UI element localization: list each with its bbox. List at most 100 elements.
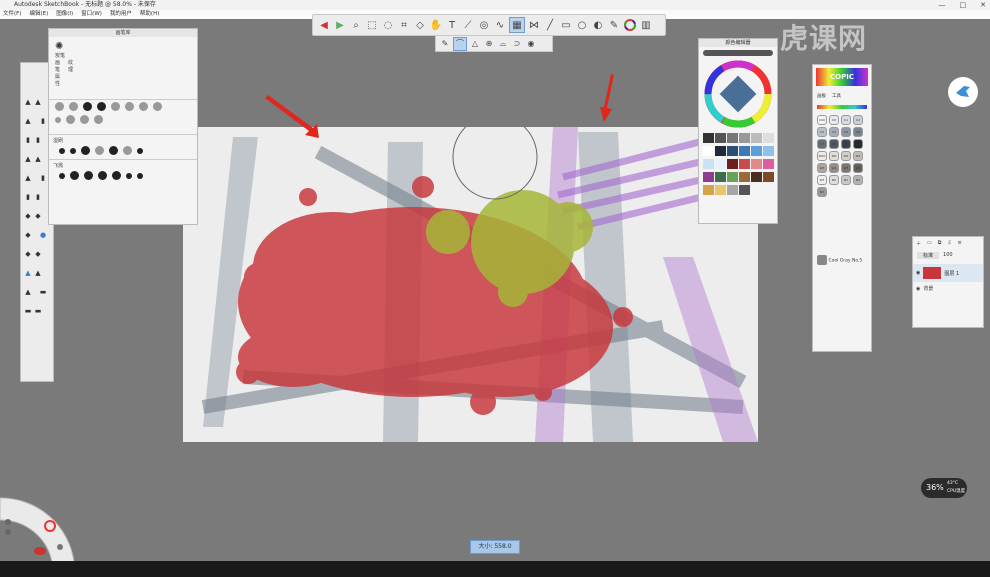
copic-swatch[interactable]: W6 [853, 163, 863, 173]
menu-icon[interactable]: ≡ [958, 240, 962, 247]
minimize-button[interactable]: — [939, 0, 946, 10]
maximize-button[interactable]: □ [960, 0, 967, 10]
copic-swatch[interactable]: W7 [817, 175, 827, 185]
brush-tool[interactable]: ▲ [34, 98, 42, 106]
crop-icon[interactable]: ⌗ [397, 18, 411, 32]
color-swatch[interactable] [738, 158, 750, 169]
sketchbook-bird-button[interactable] [948, 77, 978, 107]
copic-swatch[interactable]: C00 [817, 115, 827, 125]
visibility-eye-icon[interactable]: ◉ [916, 270, 920, 276]
add-layer-icon[interactable]: ＋ [916, 240, 921, 247]
copic-swatch[interactable]: C4 [829, 127, 839, 137]
copic-swatch[interactable]: W0 [829, 151, 839, 161]
copic-swatch[interactable]: W5 [841, 163, 851, 173]
rect-icon[interactable]: ▭ [559, 18, 573, 32]
redo-icon[interactable]: ▶ [333, 18, 347, 32]
color-swatch[interactable] [702, 145, 714, 156]
brush-item[interactable] [137, 173, 143, 179]
color-swatch[interactable] [762, 132, 774, 143]
circle-icon[interactable]: ○ [575, 18, 589, 32]
copic-tab-tools[interactable]: 工具 [832, 93, 841, 99]
menu-user[interactable]: 我的用户 [110, 10, 132, 19]
brush-tool[interactable]: ◆ [24, 250, 32, 258]
brush-item[interactable] [55, 102, 64, 111]
color-swatch[interactable] [738, 171, 750, 182]
grid-icon[interactable]: ▦ [509, 17, 525, 33]
brush-item[interactable] [95, 146, 104, 155]
arc-icon[interactable]: ⌓ [497, 38, 509, 50]
copic-swatch[interactable]: C8 [829, 139, 839, 149]
brush-item[interactable] [98, 171, 107, 180]
line-icon[interactable]: ╱ [543, 18, 557, 32]
copy-layer-icon[interactable]: ⧉ [938, 240, 942, 247]
brush-item[interactable] [83, 102, 92, 111]
copic-swatch[interactable]: C1 [841, 115, 851, 125]
tab-texture[interactable]: 纹理 [68, 59, 73, 87]
text-icon[interactable]: T [445, 18, 459, 32]
color-swatch[interactable] [762, 145, 774, 156]
copic-swatch[interactable]: N3 [817, 187, 827, 197]
drop-tool[interactable]: ● [39, 231, 47, 239]
brush-item[interactable] [70, 171, 79, 180]
brush-tool[interactable]: ▲ [24, 288, 32, 296]
brush-item[interactable] [69, 102, 78, 111]
copic-swatch[interactable]: W1 [841, 151, 851, 161]
curve-icon[interactable]: ∿ [493, 18, 507, 32]
copic-swatch[interactable]: C9 [841, 139, 851, 149]
color-swatch[interactable] [750, 132, 762, 143]
symmetry-icon[interactable]: ⋈ [527, 18, 541, 32]
color-swatch[interactable] [726, 145, 738, 156]
brush-item[interactable] [112, 171, 121, 180]
lock-icon[interactable]: ⊃ [511, 38, 523, 50]
color-swatch[interactable] [750, 171, 762, 182]
color-swatch[interactable] [726, 132, 738, 143]
folder-icon[interactable]: ▭ [927, 240, 932, 247]
brush-item[interactable] [55, 117, 61, 123]
copic-hue-strip[interactable] [817, 105, 867, 109]
color-swatch[interactable] [726, 158, 738, 169]
copic-swatch[interactable]: C6 [853, 127, 863, 137]
copic-swatch[interactable]: C2 [853, 115, 863, 125]
copic-swatch[interactable]: C7 [817, 139, 827, 149]
brush-item[interactable] [125, 102, 134, 111]
menu-window[interactable]: 窗口(W) [81, 10, 102, 19]
line-stroke-icon[interactable]: ⌒ [453, 36, 467, 51]
copic-swatch[interactable]: C5 [841, 127, 851, 137]
color-swatch[interactable] [714, 184, 726, 195]
menu-file[interactable]: 文件(F) [3, 10, 21, 19]
brush-item[interactable] [139, 102, 148, 111]
brush-tool[interactable]: ▮ [24, 193, 32, 201]
color-swatch[interactable] [714, 158, 726, 169]
copic-swatch[interactable]: W4 [829, 163, 839, 173]
brush-tool[interactable]: ▬ [39, 288, 47, 296]
color-swatch[interactable] [750, 158, 762, 169]
copic-swatch[interactable]: C0 [829, 115, 839, 125]
copic-swatch[interactable]: W3 [817, 163, 827, 173]
color-swatch[interactable] [738, 184, 750, 195]
menu-help[interactable]: 帮助(H) [140, 10, 159, 19]
brush-tool[interactable]: ▲ [24, 117, 32, 125]
perspective-icon[interactable]: △ [469, 38, 481, 50]
brush-tool[interactable]: ▮ [34, 136, 42, 144]
brush-item[interactable] [97, 102, 106, 111]
brush-tool[interactable]: ▲ [24, 98, 32, 106]
menu-edit[interactable]: 编辑(E) [29, 10, 48, 19]
close-button[interactable]: ✕ [980, 0, 986, 10]
fill-icon[interactable]: ◐ [591, 18, 605, 32]
select-icon[interactable]: ⬚ [365, 18, 379, 32]
brush-tool[interactable]: ◆ [24, 231, 32, 239]
layer-row[interactable]: ◉ 图层 1 [913, 264, 983, 282]
brush-tool[interactable]: ▮ [24, 136, 32, 144]
brush-item[interactable] [126, 173, 132, 179]
lagoon-radial-menu[interactable] [0, 490, 82, 563]
brush-item[interactable] [70, 148, 76, 154]
brush-item[interactable] [137, 148, 143, 154]
color-swatch[interactable] [762, 158, 774, 169]
brush-item[interactable] [80, 115, 89, 124]
color-swatch[interactable] [726, 184, 738, 195]
color-swatch[interactable] [726, 171, 738, 182]
drop-tool[interactable]: ▲ [24, 269, 32, 277]
opacity-value[interactable]: 100 [943, 252, 953, 259]
layer-row[interactable]: ◉ 背景 [913, 282, 983, 295]
copic-swatch[interactable]: W00 [817, 151, 827, 161]
